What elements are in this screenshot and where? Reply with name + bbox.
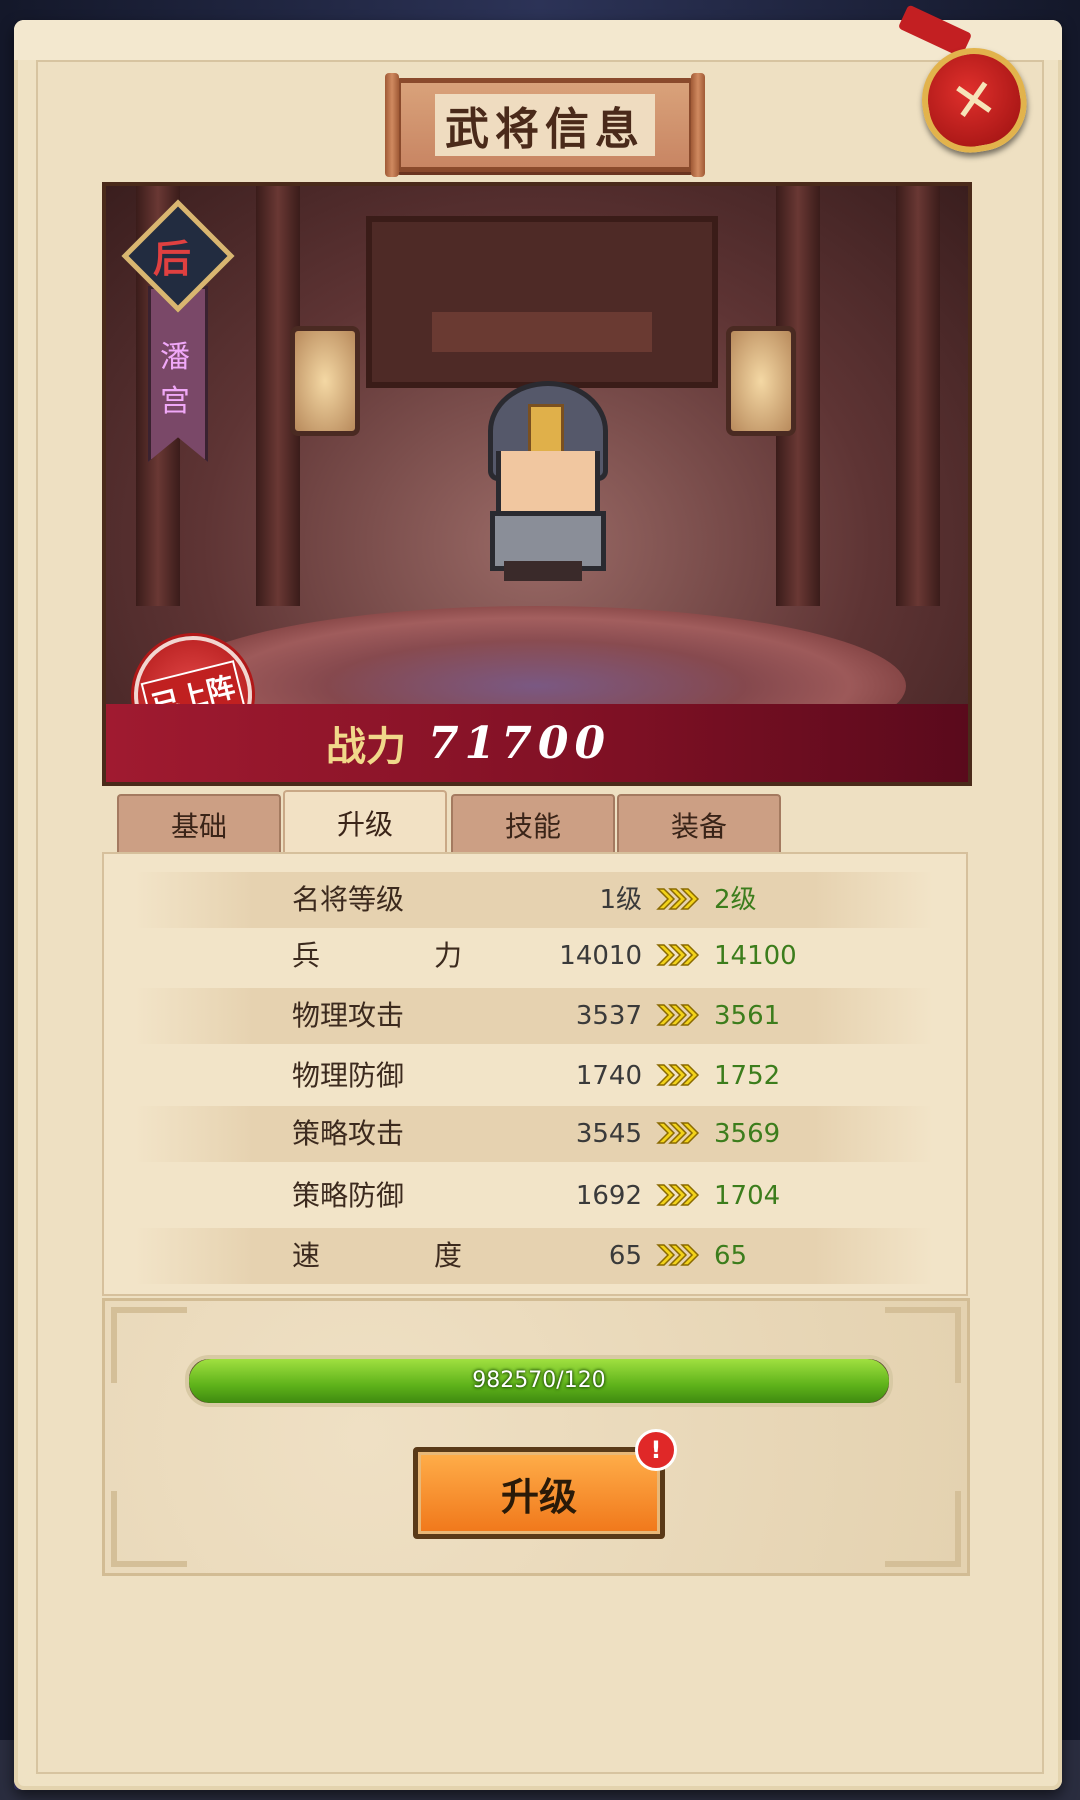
lantern-icon [290,326,360,436]
stat-current: 1692 [575,1181,642,1211]
exp-progress-bar: 982570/120 [185,1355,893,1407]
stat-row: 策略攻击 3545 3569 [134,1106,934,1162]
close-icon: ✕ [913,39,1035,161]
chevrons-right-icon [656,1244,700,1266]
stat-name: 策略防御 [292,1179,405,1212]
stat-current: 3545 [575,1119,642,1149]
chevrons-right-icon [656,888,700,910]
upgrade-button[interactable]: 升级 [413,1447,665,1539]
stat-row: 兵力 14010 14100 [134,928,934,984]
stat-current: 14010 [559,941,642,971]
close-button[interactable]: ✕ [897,4,1040,161]
chevrons-right-icon [656,1004,700,1026]
stat-name: 速度 [292,1239,462,1272]
alert-icon: ! [635,1429,677,1471]
rank-badge: 后 潘宫 [121,199,235,462]
stat-current: 1级 [599,885,642,915]
stat-next: 2级 [714,885,757,915]
throne-decoration [366,216,718,388]
stat-next: 1704 [714,1181,781,1211]
power-label: 战力 [326,723,406,770]
lantern-icon [726,326,796,436]
stat-row: 名将等级 1级 2级 [134,872,934,928]
stat-row: 速度 65 65 [134,1228,934,1284]
tab-equipment[interactable]: 装备 [617,794,781,854]
stat-current: 3537 [575,1001,642,1031]
stat-next: 1752 [714,1061,781,1091]
upgrade-area: 982570/120 升级 ! [102,1298,970,1576]
tab-upgrade[interactable]: 升级 [283,790,447,854]
stat-current: 65 [608,1241,642,1271]
stat-next: 14100 [714,941,797,971]
general-sprite [478,381,608,581]
tab-basic[interactable]: 基础 [117,794,281,854]
chevrons-right-icon [656,1064,700,1086]
stat-row: 物理攻击 3537 3561 [134,988,934,1044]
tab-skills[interactable]: 技能 [451,794,615,854]
exp-progress-text: 982570/120 [472,1368,606,1393]
stat-name: 策略攻击 [292,1117,405,1150]
stat-next: 65 [714,1241,748,1271]
stat-row: 物理防御 1740 1752 [134,1048,934,1104]
stat-row: 策略防御 1692 1704 [134,1168,934,1224]
rank-label: 后 [152,236,191,281]
stat-next: 3561 [714,1001,781,1031]
general-name: 潘宫 [160,340,190,419]
page-title: 武将信息 [435,94,655,156]
stat-current: 1740 [575,1061,642,1091]
stat-name: 物理攻击 [292,999,405,1032]
chevrons-right-icon [656,1122,700,1144]
general-portrait-scene: 后 潘宫 已上阵 战力 71700 [102,182,972,786]
stats-table: 名将等级 1级 2级 兵力 14010 14100 物理攻击 3537 3561… [102,852,968,1296]
stat-name: 物理防御 [292,1059,405,1092]
chevrons-right-icon [656,1184,700,1206]
power-value: 71700 [428,717,612,769]
stat-name: 兵力 [292,939,462,972]
combat-power-bar: 战力 71700 [106,704,968,782]
title-plaque: 武将信息 [385,73,705,177]
chevrons-right-icon [656,944,700,966]
stat-name: 名将等级 [292,883,405,916]
stat-next: 3569 [714,1119,781,1149]
